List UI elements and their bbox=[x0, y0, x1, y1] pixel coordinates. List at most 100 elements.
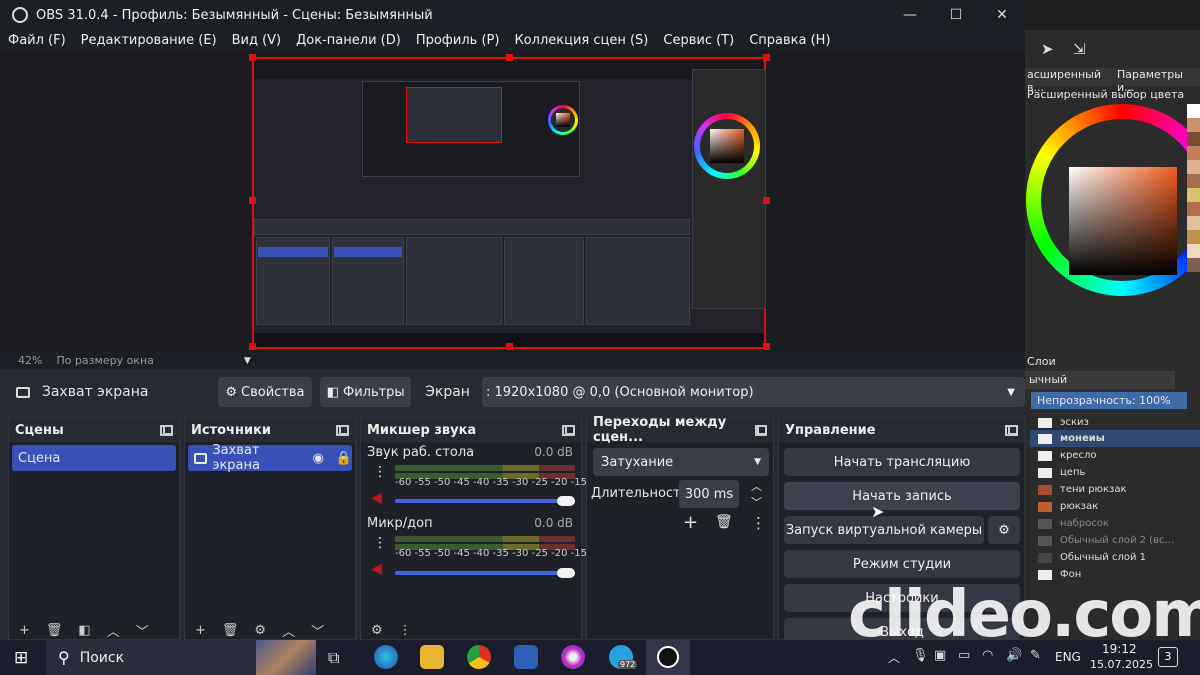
layer-item[interactable]: тени рюкзак bbox=[1030, 481, 1200, 498]
undock-icon[interactable] bbox=[160, 424, 173, 436]
undock-icon[interactable] bbox=[562, 424, 575, 436]
clock-time[interactable]: 19:12 bbox=[1102, 642, 1137, 656]
volume-knob[interactable] bbox=[557, 568, 575, 578]
close-button[interactable]: ✕ bbox=[979, 0, 1025, 30]
layer-item[interactable]: рюкзак bbox=[1030, 498, 1200, 515]
trash-icon[interactable]: 🗑 bbox=[222, 623, 239, 638]
layer-item[interactable]: Обычный слой 2 (вс... bbox=[1030, 532, 1200, 549]
muted-speaker-icon[interactable]: ◀ bbox=[371, 561, 382, 577]
battery-icon[interactable]: ▭ bbox=[958, 648, 970, 663]
eye-icon[interactable]: ◉ bbox=[312, 451, 323, 466]
tray-chevron-up-icon[interactable]: ︿ bbox=[888, 649, 900, 666]
transform-icon[interactable]: ⇲ bbox=[1073, 40, 1086, 58]
clock-date[interactable]: 15.07.2025 bbox=[1090, 658, 1153, 671]
resize-handle-br[interactable] bbox=[763, 343, 770, 350]
muted-speaker-icon[interactable]: ◀ bbox=[371, 490, 382, 506]
resize-handle-t[interactable] bbox=[506, 54, 513, 61]
krita-icon[interactable] bbox=[561, 645, 585, 669]
pointer-icon[interactable]: ➤ bbox=[1041, 40, 1054, 58]
obs-taskbar-active[interactable] bbox=[646, 640, 690, 675]
resize-handle-tr[interactable] bbox=[763, 54, 770, 61]
virtual-camera-settings-button[interactable]: ⚙ bbox=[988, 516, 1020, 544]
source-item[interactable]: Захват экрана ◉ 🔒 bbox=[188, 443, 352, 473]
blend-mode-select[interactable]: ычный bbox=[1025, 371, 1175, 389]
fit-dropdown-icon[interactable]: ▼ bbox=[244, 356, 251, 366]
menu-docks[interactable]: Док-панели (D) bbox=[296, 33, 401, 48]
scene-item[interactable]: Сцена bbox=[12, 445, 176, 471]
transition-select[interactable]: Затухание ▼ bbox=[593, 448, 769, 476]
tab-tool-options[interactable]: Параметры и... bbox=[1109, 68, 1200, 94]
word-icon[interactable] bbox=[514, 645, 538, 669]
layer-item[interactable]: кресло bbox=[1030, 447, 1200, 464]
resize-handle-tl[interactable] bbox=[249, 54, 256, 61]
language-indicator[interactable]: ENG bbox=[1055, 650, 1081, 664]
chevron-up-icon[interactable]: ︿ bbox=[282, 621, 295, 640]
layer-item[interactable]: монеиы bbox=[1030, 430, 1200, 447]
preview-canvas[interactable] bbox=[252, 57, 766, 349]
layer-item[interactable]: Обычный слой 1 bbox=[1030, 549, 1200, 566]
filters-button[interactable]: ◧ Фильтры bbox=[320, 377, 412, 407]
lock-icon[interactable]: 🔒 bbox=[336, 451, 352, 466]
gear-icon[interactable]: ⚙ bbox=[254, 623, 266, 638]
volume-knob[interactable] bbox=[557, 496, 575, 506]
volume-icon[interactable]: 🔊 bbox=[1006, 648, 1022, 663]
menu-profile[interactable]: Профиль (P) bbox=[416, 33, 500, 48]
resize-handle-l[interactable] bbox=[249, 197, 256, 204]
fit-mode[interactable]: По размеру окна bbox=[56, 354, 153, 367]
menu-scene-collection[interactable]: Коллекция сцен (S) bbox=[514, 33, 648, 48]
trash-icon[interactable]: 🗑 bbox=[46, 623, 63, 638]
chevron-down-icon[interactable]: ﹀ bbox=[136, 621, 149, 640]
menu-help[interactable]: Справка (H) bbox=[749, 33, 830, 48]
volume-slider[interactable] bbox=[395, 571, 575, 575]
notification-badge[interactable]: 3 bbox=[1158, 647, 1178, 667]
resize-handle-bl[interactable] bbox=[249, 343, 256, 350]
file-explorer-icon[interactable] bbox=[420, 645, 444, 669]
pen-icon[interactable]: ✎ bbox=[1030, 648, 1041, 663]
add-icon[interactable]: + bbox=[683, 512, 698, 533]
color-wheel[interactable] bbox=[1026, 104, 1200, 296]
add-icon[interactable]: + bbox=[19, 623, 30, 638]
minimize-button[interactable]: — bbox=[887, 0, 933, 30]
menu-tools[interactable]: Сервис (T) bbox=[663, 33, 734, 48]
chevron-down-icon[interactable]: ﹀ bbox=[751, 494, 762, 510]
chrome-icon[interactable] bbox=[467, 645, 491, 669]
properties-button[interactable]: ⚙ Свойства bbox=[217, 377, 313, 407]
task-view-icon[interactable]: ⧉ bbox=[328, 648, 339, 668]
windows-start-icon[interactable]: ⊞ bbox=[14, 648, 28, 668]
taskbar-search[interactable]: ⚲ Поиск bbox=[46, 640, 316, 675]
more-icon[interactable]: ⋮ bbox=[373, 535, 387, 551]
start-record-button[interactable]: Начать запись bbox=[784, 482, 1020, 510]
undock-icon[interactable] bbox=[336, 424, 349, 436]
undock-icon[interactable] bbox=[755, 424, 767, 436]
layer-item[interactable]: набросок bbox=[1030, 515, 1200, 532]
color-square[interactable] bbox=[1069, 167, 1177, 275]
gear-icon[interactable]: ⚙ bbox=[371, 623, 383, 638]
undock-icon[interactable] bbox=[1005, 424, 1018, 436]
wifi-icon[interactable]: ◠ bbox=[982, 648, 993, 663]
more-icon[interactable]: ⋮ bbox=[399, 623, 412, 638]
edge-icon[interactable] bbox=[374, 645, 398, 669]
studio-mode-button[interactable]: Режим студии bbox=[784, 550, 1020, 578]
camera-icon[interactable]: ▣ bbox=[934, 648, 946, 663]
more-icon[interactable]: ⋮ bbox=[751, 514, 766, 532]
opacity-slider[interactable]: Непрозрачность: 100% bbox=[1031, 392, 1187, 409]
microphone-icon[interactable]: 🎙 bbox=[912, 648, 929, 663]
duration-input[interactable]: 300 ms bbox=[679, 480, 739, 508]
resize-handle-r[interactable] bbox=[763, 197, 770, 204]
volume-slider[interactable] bbox=[395, 499, 575, 503]
chevron-up-icon[interactable]: ︿ bbox=[107, 621, 120, 640]
layer-item[interactable]: эскиз bbox=[1030, 414, 1200, 431]
trash-icon[interactable]: 🗑 bbox=[715, 514, 733, 530]
add-icon[interactable]: + bbox=[195, 623, 206, 638]
layer-item[interactable]: цепь bbox=[1030, 464, 1200, 481]
screen-select[interactable]: : 1920x1080 @ 0,0 (Основной монитор) ▼ bbox=[481, 377, 1025, 407]
chevron-down-icon[interactable]: ﹀ bbox=[311, 621, 324, 640]
start-stream-button[interactable]: Начать трансляцию bbox=[784, 448, 1020, 476]
more-icon[interactable]: ⋮ bbox=[373, 464, 387, 480]
resize-handle-b[interactable] bbox=[506, 343, 513, 350]
chevron-up-icon[interactable]: ︿ bbox=[751, 478, 762, 494]
menu-edit[interactable]: Редактирование (E) bbox=[81, 33, 217, 48]
tab-advanced-color[interactable]: асширенный в... bbox=[1025, 68, 1109, 94]
menu-view[interactable]: Вид (V) bbox=[232, 33, 282, 48]
filter-icon[interactable]: ◧ bbox=[78, 623, 90, 638]
